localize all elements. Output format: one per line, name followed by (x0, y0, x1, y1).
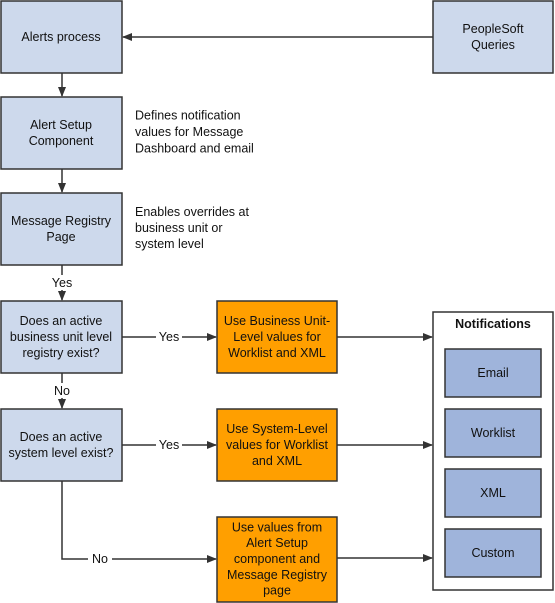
decision-system-label: system level exist? (9, 446, 114, 460)
decision-bu-label: Does an active (20, 314, 103, 328)
line-no2 (61, 481, 88, 560)
alert-setup-label: Alert Setup (30, 118, 92, 132)
message-registry-note: system level (135, 237, 204, 251)
message-registry-note: business unit or (135, 221, 223, 235)
alert-setup-note: Dashboard and email (135, 142, 254, 156)
decision-system-label: Does an active (20, 430, 103, 444)
message-registry-label: Page (46, 230, 75, 244)
alert-setup-box (0, 96, 123, 170)
use-system-label: and XML (252, 454, 302, 468)
alert-setup-note: Defines notification (135, 109, 241, 123)
alert-setup-note: values for Message (135, 125, 243, 139)
use-setup-label: page (263, 584, 291, 598)
notification-label: XML (480, 486, 506, 500)
edge-label-yes: Yes (159, 438, 179, 452)
decision-bu-label: registry exist? (22, 346, 99, 360)
use-system-label: Use System-Level (226, 422, 327, 436)
message-registry-box (0, 192, 123, 266)
alert-setup-label: Component (29, 134, 94, 148)
edge-label-yes: Yes (159, 330, 179, 344)
notification-label: Email (477, 366, 508, 380)
decision-system-box (0, 408, 123, 482)
edge-label-no: No (92, 552, 108, 566)
edge-label-yes: Yes (52, 276, 72, 290)
use-setup-label: component and (234, 552, 320, 566)
use-setup-label: Alert Setup (246, 536, 308, 550)
peoplesoft-queries-label: PeopleSoft (462, 22, 524, 36)
use-bu-label: Level values for (233, 330, 321, 344)
message-registry-note: Enables overrides at (135, 205, 249, 219)
notifications-title: Notifications (455, 317, 531, 331)
use-system-label: values for Worklist (226, 438, 328, 452)
decision-bu-label: business unit level (10, 330, 112, 344)
peoplesoft-queries-label: Queries (471, 38, 515, 52)
use-setup-label: Use values from (232, 520, 322, 534)
peoplesoft-queries-box (432, 0, 554, 74)
alerts-flow-diagram: Yes Yes No Yes No Notifications Email Wo… (0, 0, 554, 603)
alerts-process-label: Alerts process (21, 30, 100, 44)
edge-label-no: No (54, 384, 70, 398)
use-setup-label: Message Registry (227, 568, 328, 582)
use-bu-label: Worklist and XML (228, 346, 326, 360)
notification-label: Worklist (471, 426, 516, 440)
message-registry-label: Message Registry (11, 214, 112, 228)
notification-label: Custom (471, 546, 514, 560)
use-bu-label: Use Business Unit- (224, 314, 330, 328)
